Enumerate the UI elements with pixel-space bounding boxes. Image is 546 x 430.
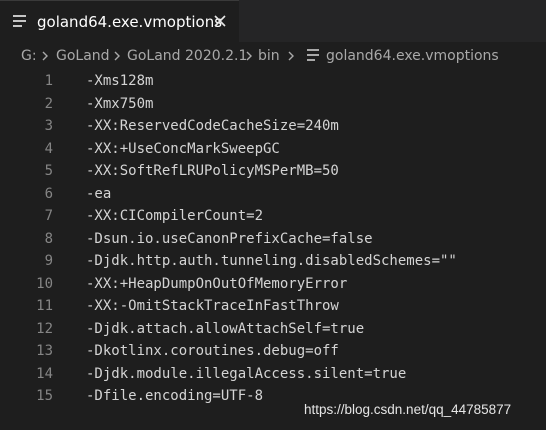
- code-editor[interactable]: 1 -Xms128m 2 -Xmx750m 3 -XX:ReservedCodeCac…: [0, 70, 546, 430]
- code-text[interactable]: -Xmx750m: [86, 93, 153, 115]
- code-line[interactable]: 1 -Xms128m: [0, 70, 546, 93]
- code-text[interactable]: -Djdk.http.auth.tunneling.disabledScheme…: [86, 250, 457, 272]
- file-lines-icon: [13, 15, 26, 27]
- line-number: 10: [36, 275, 53, 292]
- chevron-right-icon: [114, 51, 120, 61]
- line-number: 2: [44, 95, 53, 112]
- code-line[interactable]: 6 -ea: [0, 183, 546, 206]
- code-text[interactable]: -Dsun.io.useCanonPrefixCache=false: [86, 228, 373, 250]
- code-text[interactable]: -XX:ReservedCodeCacheSize=240m: [86, 115, 339, 137]
- breadcrumb-item-drive[interactable]: G:: [21, 46, 37, 66]
- code-line[interactable]: 7 -XX:CICompilerCount=2: [0, 205, 546, 228]
- line-number: 3: [44, 118, 53, 134]
- chevron-right-icon: [288, 51, 294, 61]
- tab-title: goland64.exe.vmoptions: [37, 13, 223, 31]
- line-number: 6: [44, 185, 53, 202]
- line-number: 13: [36, 343, 53, 359]
- line-number: 5: [44, 163, 53, 179]
- code-text[interactable]: -ea: [86, 183, 111, 205]
- breadcrumb: G: GoLand GoLand 2020.2.1 bin goland64.e…: [0, 42, 546, 70]
- line-number: 4: [44, 140, 53, 157]
- line-number: 15: [36, 388, 53, 404]
- code-text[interactable]: -XX:+UseConcMarkSweepGC: [86, 138, 280, 160]
- breadcrumb-item-goland[interactable]: GoLand: [56, 46, 110, 66]
- code-text[interactable]: -XX:-OmitStackTraceInFastThrow: [86, 295, 339, 317]
- line-number: 14: [36, 365, 53, 382]
- line-number: 9: [44, 253, 53, 269]
- code-line[interactable]: 4 -XX:+UseConcMarkSweepGC: [0, 138, 546, 161]
- code-text[interactable]: -Dfile.encoding=UTF-8: [86, 385, 263, 407]
- file-lines-icon: [307, 49, 319, 61]
- code-text[interactable]: -XX:CICompilerCount=2: [86, 205, 263, 227]
- line-number: 12: [36, 320, 53, 337]
- code-text[interactable]: -XX:SoftRefLRUPolicyMSPerMB=50: [86, 160, 339, 182]
- close-icon[interactable]: [212, 13, 228, 29]
- line-number: 11: [36, 298, 53, 314]
- code-text[interactable]: -XX:+HeapDumpOnOutOfMemoryError: [86, 273, 347, 295]
- code-line[interactable]: 12 -Djdk.attach.allowAttachSelf=true: [0, 318, 546, 341]
- breadcrumb-item-goland-version[interactable]: GoLand 2020.2.1: [127, 46, 247, 66]
- code-line[interactable]: 3 -XX:ReservedCodeCacheSize=240m: [0, 115, 546, 138]
- code-text[interactable]: -Xms128m: [86, 70, 153, 92]
- code-line[interactable]: 8 -Dsun.io.useCanonPrefixCache=false: [0, 228, 546, 251]
- chevron-right-icon: [42, 51, 48, 61]
- code-text[interactable]: -Dkotlinx.coroutines.debug=off: [86, 340, 339, 362]
- code-line[interactable]: 14 -Djdk.module.illegalAccess.silent=true: [0, 363, 546, 386]
- code-line[interactable]: 11 -XX:-OmitStackTraceInFastThrow: [0, 295, 546, 318]
- watermark: https://blog.csdn.net/qq_44785877: [304, 402, 512, 417]
- breadcrumb-item-file[interactable]: goland64.exe.vmoptions: [326, 46, 499, 66]
- chevron-right-icon: [246, 51, 252, 61]
- tab-bar: goland64.exe.vmoptions: [0, 0, 546, 42]
- tab-goland-vmoptions[interactable]: goland64.exe.vmoptions: [0, 0, 239, 42]
- line-number: 8: [44, 230, 53, 247]
- code-line[interactable]: 10 -XX:+HeapDumpOnOutOfMemoryError: [0, 273, 546, 296]
- breadcrumb-item-bin[interactable]: bin: [258, 46, 280, 66]
- code-line[interactable]: 13 -Dkotlinx.coroutines.debug=off: [0, 340, 546, 363]
- code-line[interactable]: 2 -Xmx750m: [0, 93, 546, 116]
- code-line[interactable]: 5 -XX:SoftRefLRUPolicyMSPerMB=50: [0, 160, 546, 183]
- line-number: 1: [44, 73, 53, 89]
- code-text[interactable]: -Djdk.attach.allowAttachSelf=true: [86, 318, 364, 340]
- code-line[interactable]: 9 -Djdk.http.auth.tunneling.disabledSchem…: [0, 250, 546, 273]
- line-number: 7: [44, 208, 53, 224]
- code-text[interactable]: -Djdk.module.illegalAccess.silent=true: [86, 363, 406, 385]
